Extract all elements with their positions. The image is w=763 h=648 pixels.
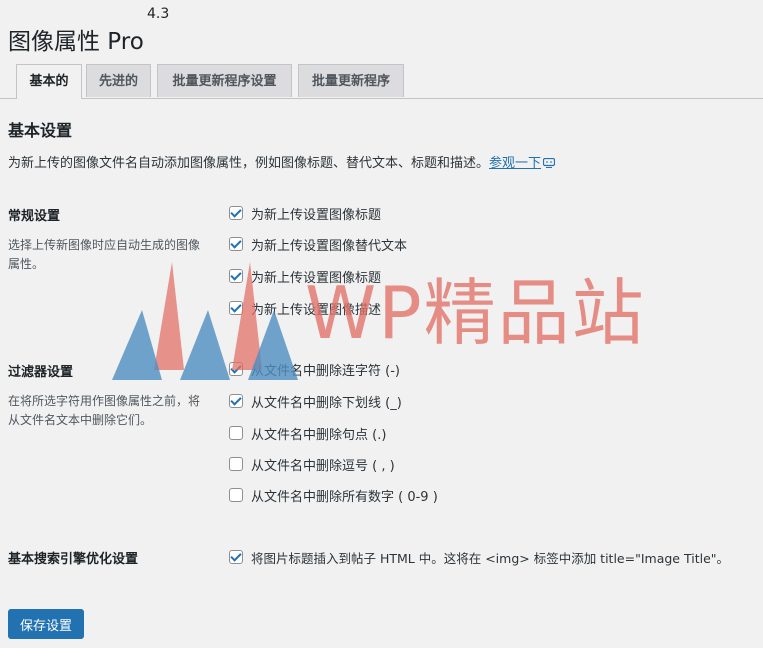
option-label: 为新上传设置图像标题 — [251, 270, 382, 286]
checkbox[interactable] — [229, 394, 243, 408]
tab-advanced[interactable]: 先进的 — [86, 64, 151, 97]
general-settings-description: 选择上传新图像时应自动生成的图像属性。 — [8, 238, 201, 271]
option-set-title[interactable]: 为新上传设置图像标题 — [229, 204, 382, 223]
checkbox[interactable] — [229, 426, 243, 440]
tour-link[interactable]: 参观一下 — [489, 156, 541, 171]
option-label: 从文件名中删除逗号 ( , ) — [251, 458, 395, 474]
option-remove-periods[interactable]: 从文件名中删除句点 (.) — [229, 424, 387, 443]
checkbox[interactable] — [229, 237, 243, 251]
option-label: 将图片标题插入到帖子 HTML 中。这将在 <img> 标签中添加 title=… — [251, 550, 730, 566]
intro-description: 为新上传的图像文件名自动添加图像属性，例如图像标题、替代文本、标题和描述。 — [8, 156, 490, 171]
checkbox[interactable] — [229, 550, 243, 564]
section-title: 基本设置 — [8, 121, 73, 140]
option-label: 从文件名中删除下划线 (_) — [251, 395, 402, 411]
tab-bulk-updater-settings[interactable]: 批量更新程序设置 — [157, 64, 292, 97]
option-remove-underscores[interactable]: 从文件名中删除下划线 (_) — [229, 392, 402, 411]
option-remove-commas[interactable]: 从文件名中删除逗号 ( , ) — [229, 455, 395, 474]
tab-bulk-updater[interactable]: 批量更新程序 — [298, 64, 404, 97]
filter-settings-description: 在将所选字符用作图像属性之前，将从文件名文本中删除它们。 — [8, 394, 201, 427]
seo-settings-label: 基本搜索引擎优化设置 — [8, 552, 139, 567]
option-remove-hyphens[interactable]: 从文件名中删除连字符 (-) — [229, 360, 400, 379]
option-label: 从文件名中删除句点 (.) — [251, 427, 387, 443]
tab-basic[interactable]: 基本的 — [16, 64, 82, 99]
option-label: 为新上传设置图像描述 — [251, 302, 382, 318]
checkbox[interactable] — [229, 457, 243, 471]
page-title: 图像属性 Pro — [8, 29, 144, 55]
checkbox[interactable] — [229, 362, 243, 376]
intro-text: 为新上传的图像文件名自动添加图像属性，例如图像标题、替代文本、标题和描述。参观一… — [8, 152, 556, 171]
option-label: 从文件名中删除连字符 (-) — [251, 363, 400, 379]
option-set-description[interactable]: 为新上传设置图像描述 — [229, 299, 382, 318]
checkbox[interactable] — [229, 206, 243, 220]
option-set-caption[interactable]: 为新上传设置图像标题 — [229, 267, 382, 286]
option-label: 为新上传设置图像替代文本 — [251, 238, 408, 254]
checkbox[interactable] — [229, 301, 243, 315]
save-settings-button[interactable]: 保存设置 — [8, 609, 85, 639]
option-insert-title-html[interactable]: 将图片标题插入到帖子 HTML 中。这将在 <img> 标签中添加 title=… — [229, 548, 729, 566]
version-label: 4.3 — [147, 6, 170, 22]
settings-tabs: 基本的 先进的 批量更新程序设置 批量更新程序 — [0, 64, 763, 99]
general-settings-label: 常规设置 — [8, 209, 61, 224]
video-icon — [543, 158, 556, 168]
filter-settings-label: 过滤器设置 — [8, 365, 74, 380]
checkbox[interactable] — [229, 488, 243, 502]
option-label: 为新上传设置图像标题 — [251, 207, 382, 223]
option-label: 从文件名中删除所有数字 ( 0-9 ) — [251, 489, 438, 505]
option-set-alt-text[interactable]: 为新上传设置图像替代文本 — [229, 235, 408, 254]
option-remove-numbers[interactable]: 从文件名中删除所有数字 ( 0-9 ) — [229, 486, 438, 505]
checkbox[interactable] — [229, 269, 243, 283]
